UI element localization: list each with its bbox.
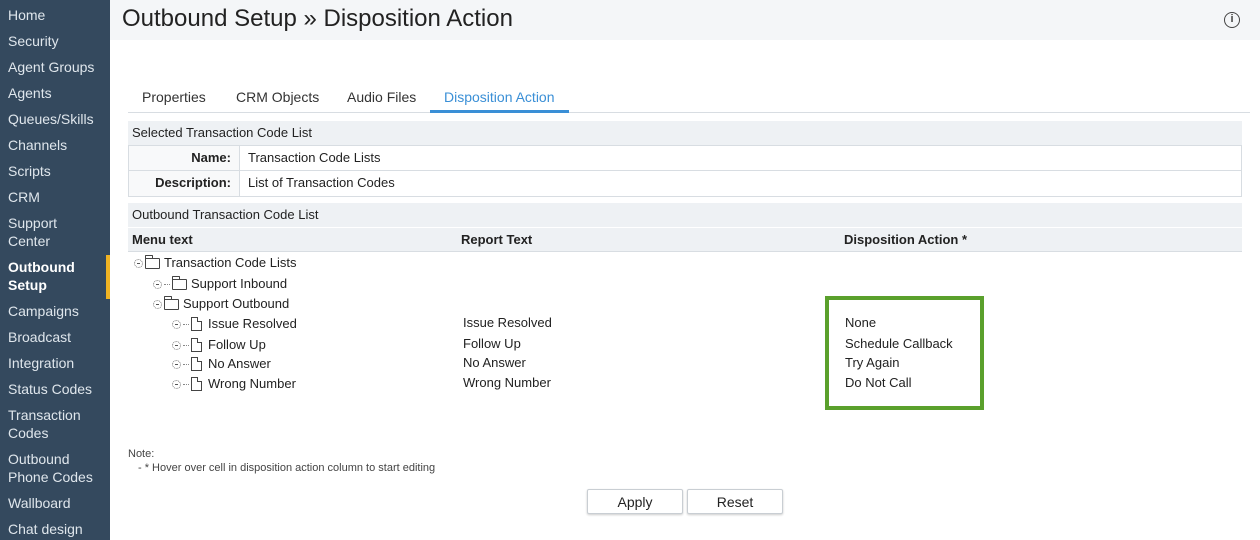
note: Note: - * Hover over cell in disposition… (128, 447, 435, 475)
disposition-action-highlight (825, 296, 984, 410)
column-header-disposition-action: Disposition Action * (844, 232, 968, 247)
document-icon (191, 377, 202, 391)
tab-disposition-action[interactable]: Disposition Action (430, 86, 569, 113)
menu-text-cell: No Answer (208, 356, 271, 371)
selected-list-table: Name: Transaction Code Lists Description… (128, 145, 1242, 197)
node-toggle-icon (172, 379, 181, 389)
apply-button[interactable]: Apply (587, 489, 683, 514)
tree-leaf-row[interactable]: Follow Up (172, 335, 266, 355)
tree-connector (183, 383, 189, 385)
column-header-menu-text: Menu text (132, 232, 193, 247)
tab-audio-files[interactable]: Audio Files (333, 86, 430, 113)
description-row: Description: List of Transaction Codes (129, 171, 1241, 196)
menu-text-cell: Follow Up (208, 337, 266, 352)
sidebar-item-security[interactable]: Security (0, 29, 110, 55)
selected-list-heading: Selected Transaction Code List (128, 121, 1242, 145)
node-toggle-icon (172, 340, 181, 350)
collapse-toggle-icon[interactable] (153, 299, 162, 309)
page-title: Outbound Setup » Disposition Action (122, 5, 513, 32)
sidebar-item-integration[interactable]: Integration (0, 351, 110, 377)
tab-properties[interactable]: Properties (128, 86, 220, 113)
expand-toggle-icon[interactable] (153, 279, 162, 289)
sidebar-item-agents[interactable]: Agents (0, 81, 110, 107)
tree-leaf-row[interactable]: Wrong Number (172, 374, 296, 394)
sidebar: Home Security Agent Groups Agents Queues… (0, 0, 110, 540)
folder-icon (172, 275, 187, 290)
tree-leaf-row[interactable]: No Answer (172, 354, 271, 374)
name-row: Name: Transaction Code Lists (129, 146, 1241, 171)
report-text-cell: Wrong Number (463, 375, 551, 390)
folder-open-icon (164, 295, 179, 310)
tree-leaf-row[interactable]: Issue Resolved (172, 314, 297, 334)
description-value: List of Transaction Codes (248, 175, 395, 190)
sidebar-item-campaigns[interactable]: Campaigns (0, 299, 110, 325)
info-icon[interactable]: i (1224, 12, 1240, 28)
report-text-cell: Follow Up (463, 336, 521, 351)
document-icon (191, 338, 202, 352)
description-label: Description: (129, 171, 240, 196)
tab-bar: Properties CRM Objects Audio Files Dispo… (128, 86, 1250, 113)
sidebar-item-wallboard[interactable]: Wallboard (0, 491, 110, 517)
sidebar-item-status-codes[interactable]: Status Codes (0, 377, 110, 403)
tree-root-row[interactable]: Transaction Code Lists (134, 253, 296, 273)
outbound-list-heading: Outbound Transaction Code List (128, 203, 1242, 227)
reset-button[interactable]: Reset (687, 489, 783, 514)
sidebar-item-channels[interactable]: Channels (0, 133, 110, 159)
tree-folder-row[interactable]: Support Outbound (153, 294, 289, 314)
sidebar-item-agent-groups[interactable]: Agent Groups (0, 55, 110, 81)
page-header: Outbound Setup » Disposition Action i (110, 0, 1260, 40)
report-text-cell: Issue Resolved (463, 315, 552, 330)
sidebar-item-crm[interactable]: CRM (0, 185, 110, 211)
report-text-cell: No Answer (463, 355, 526, 370)
tree-folder-label: Support Inbound (191, 276, 288, 291)
tree-root-label: Transaction Code Lists (164, 255, 297, 270)
tab-crm-objects[interactable]: CRM Objects (222, 86, 333, 113)
column-header-report-text: Report Text (461, 232, 533, 247)
node-toggle-icon (172, 319, 181, 329)
tree-connector (183, 344, 189, 346)
sidebar-item-broadcast[interactable]: Broadcast (0, 325, 110, 351)
name-label: Name: (129, 146, 240, 170)
sidebar-item-home[interactable]: Home (0, 3, 110, 29)
sidebar-item-support-center[interactable]: Support Center (0, 211, 110, 255)
sidebar-item-transaction-codes[interactable]: Transaction Codes (0, 403, 110, 447)
tree-folder-row[interactable]: Support Inbound (153, 274, 287, 294)
sidebar-item-outbound-setup[interactable]: Outbound Setup (0, 255, 110, 299)
tree-connector (183, 323, 189, 325)
collapse-toggle-icon[interactable] (134, 258, 143, 268)
sidebar-item-outbound-phone-codes[interactable]: Outbound Phone Codes (0, 447, 110, 491)
folder-open-icon (145, 254, 160, 269)
tree-connector (164, 283, 170, 285)
note-title: Note: (128, 448, 155, 460)
sidebar-item-chat-design[interactable]: Chat design (0, 517, 110, 540)
node-toggle-icon (172, 359, 181, 369)
document-icon (191, 317, 202, 331)
menu-text-cell: Wrong Number (208, 376, 296, 391)
menu-text-cell: Issue Resolved (208, 316, 297, 331)
sidebar-item-scripts[interactable]: Scripts (0, 159, 110, 185)
document-icon (191, 357, 202, 371)
note-text: - * Hover over cell in disposition actio… (138, 462, 436, 474)
grid-header: Menu text Report Text Disposition Action… (128, 228, 1242, 252)
tree-folder-label: Support Outbound (183, 296, 290, 311)
name-value: Transaction Code Lists (248, 150, 381, 165)
tree-connector (183, 363, 189, 365)
sidebar-item-queues-skills[interactable]: Queues/Skills (0, 107, 110, 133)
